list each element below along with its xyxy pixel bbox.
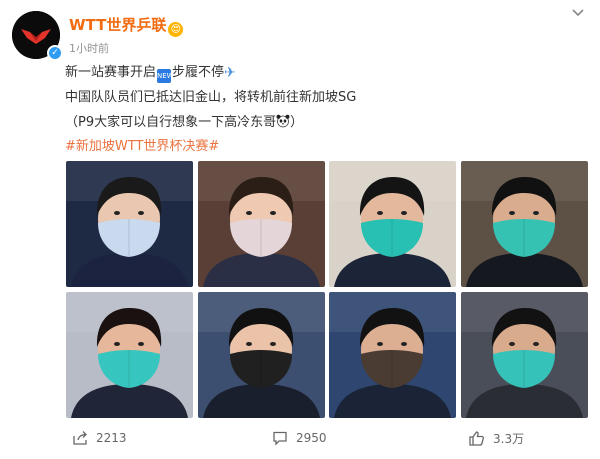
- photo-thumbnail[interactable]: [197, 161, 325, 287]
- like-count: 3.3万: [493, 432, 525, 446]
- author-name[interactable]: WTT世界乒联 😍: [69, 14, 184, 37]
- post-time[interactable]: 1小时前: [69, 40, 109, 56]
- selfie-image: [66, 161, 193, 287]
- share-count: 2213: [96, 431, 127, 445]
- verified-icon: ✓: [47, 45, 63, 61]
- selfie-image: [329, 292, 457, 418]
- share-icon: [73, 431, 87, 445]
- action-bar: 2213 2950 3.3万: [0, 430, 600, 454]
- panda-icon: [276, 114, 290, 128]
- chevron-down-icon[interactable]: [570, 6, 586, 20]
- post-text-line-3: （P9大家可以自行想象一下高冷东哥 ）: [65, 111, 303, 130]
- post-text-line-2: 中国队队员们已抵达旧金山，将转机前往新加坡SG: [65, 90, 357, 105]
- hashtag-link[interactable]: #新加坡WTT世界杯决赛#: [65, 135, 219, 154]
- comment-count: 2950: [296, 431, 327, 445]
- photo-thumbnail[interactable]: [329, 161, 457, 287]
- photo-thumbnail[interactable]: [197, 292, 325, 418]
- photo-thumbnail[interactable]: [66, 161, 193, 287]
- post-text: ）: [290, 115, 304, 130]
- post-text: 新一站赛事开启: [65, 65, 157, 80]
- selfie-image: [460, 292, 588, 418]
- comment-button[interactable]: 2950: [272, 430, 327, 446]
- selfie-image: [197, 161, 325, 287]
- photo-thumbnail[interactable]: [329, 292, 457, 418]
- selfie-image: [66, 292, 193, 418]
- photo-thumbnail[interactable]: [66, 292, 193, 418]
- post-text: 步履不停: [172, 65, 225, 80]
- photo-thumbnail[interactable]: [460, 161, 588, 287]
- comment-icon: [273, 431, 287, 446]
- new-emoji-icon: NEW: [157, 69, 174, 83]
- selfie-image: [460, 161, 588, 287]
- airplane-icon: ✈: [224, 65, 236, 81]
- share-button[interactable]: 2213: [72, 430, 127, 446]
- photo-grid: [66, 161, 588, 418]
- fan-badge-icon: 😍: [168, 22, 184, 37]
- selfie-image: [197, 292, 325, 418]
- post-text-line-1: 新一站赛事开启NEW步履不停✈: [65, 61, 236, 83]
- post-text: （P9大家可以自行想象一下高冷东哥: [65, 115, 277, 130]
- thumbs-up-icon: [469, 431, 485, 446]
- selfie-image: [329, 161, 457, 287]
- photo-thumbnail[interactable]: [460, 292, 588, 418]
- like-button[interactable]: 3.3万: [468, 430, 524, 447]
- author-name-text[interactable]: WTT世界乒联: [69, 16, 166, 34]
